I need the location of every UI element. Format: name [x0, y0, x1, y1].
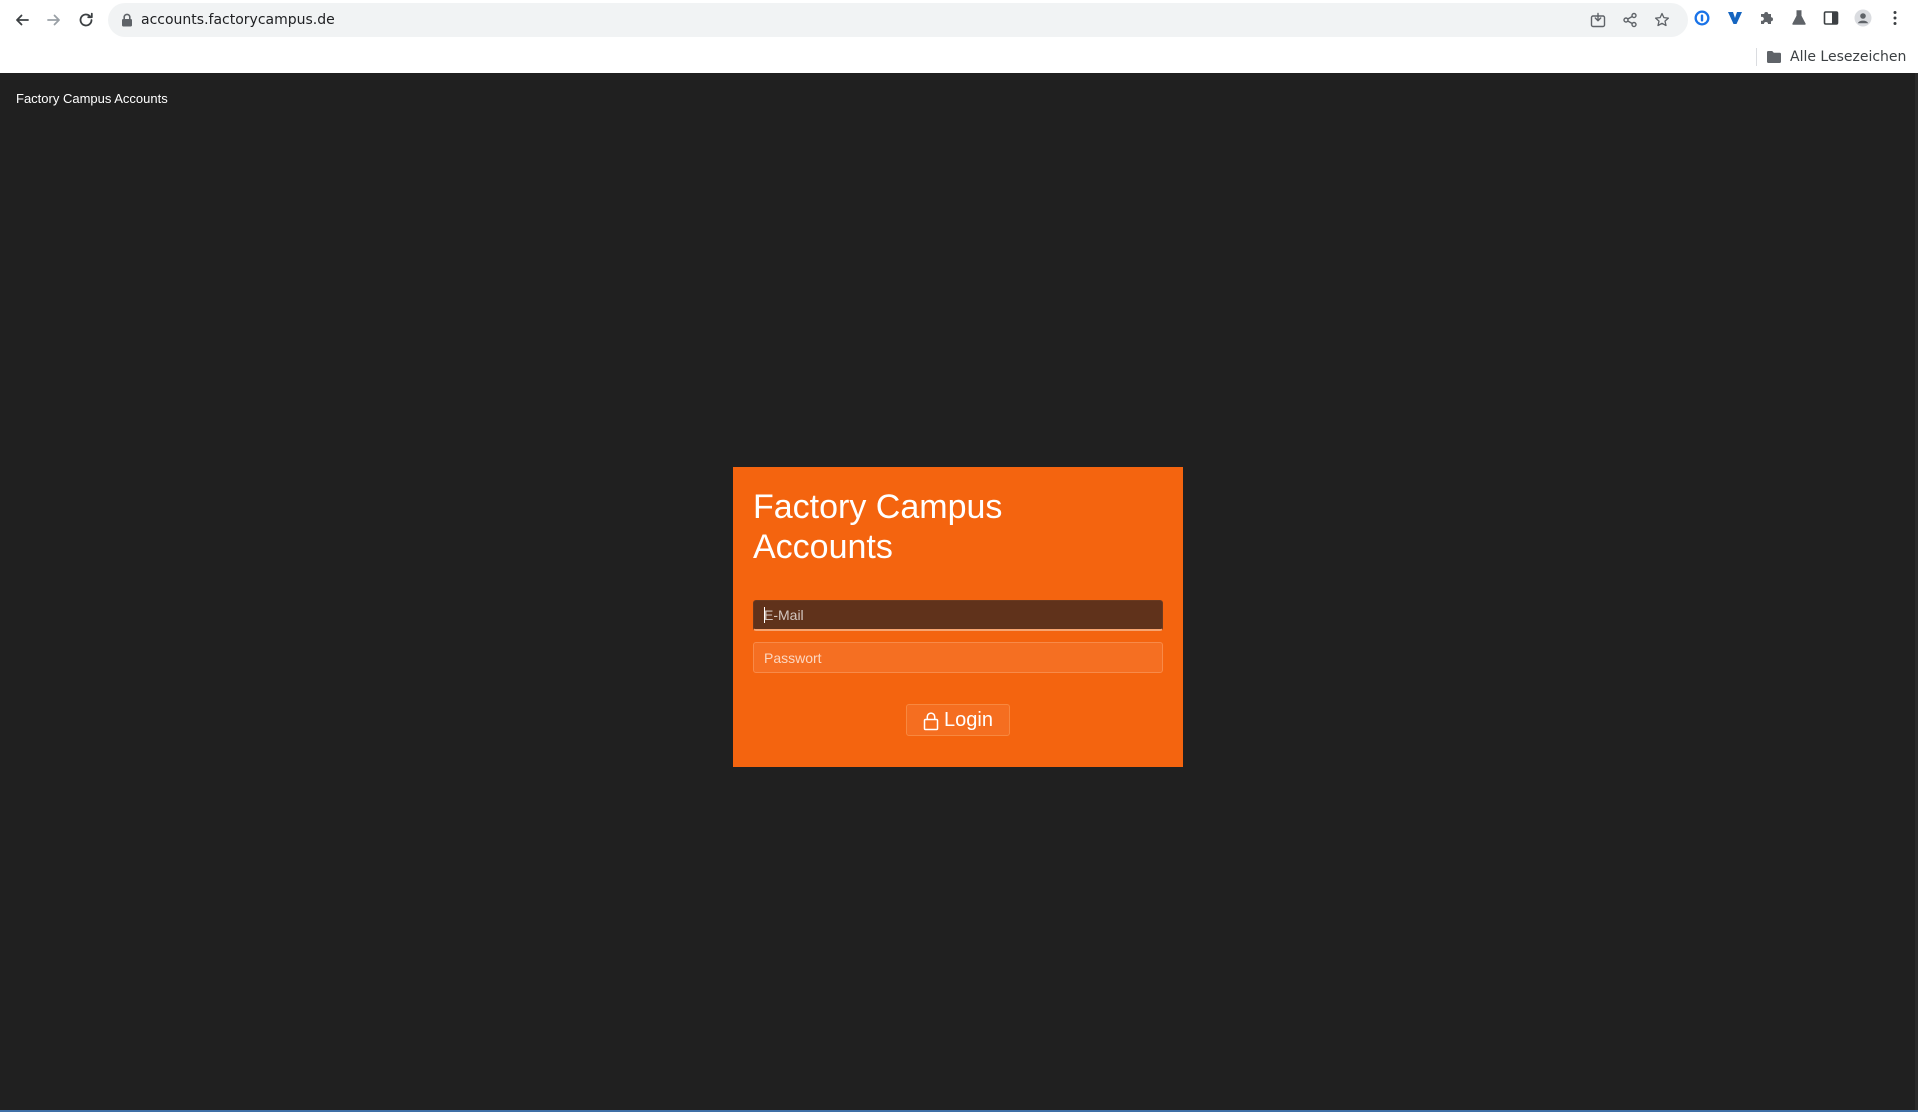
puzzle-icon[interactable] [1758, 9, 1776, 27]
forward-button[interactable] [40, 6, 68, 34]
lock-icon [122, 13, 132, 27]
more-menu-icon[interactable] [1886, 9, 1904, 27]
browser-window: accounts.factorycampus.de Alle Lesezeich… [0, 0, 1918, 1112]
url-text: accounts.factorycampus.de [141, 12, 335, 28]
all-bookmarks-folder[interactable]: Alle Lesezeichen [1766, 40, 1906, 73]
arrow-left-icon [16, 14, 29, 26]
bookmark-star-icon[interactable] [1654, 12, 1670, 28]
all-bookmarks-label: Alle Lesezeichen [1790, 48, 1907, 65]
folder-icon [1767, 50, 1781, 63]
bookmarks-bar: Alle Lesezeichen [0, 40, 1918, 73]
login-title: Factory Campus Accounts [753, 488, 1003, 566]
site-brand[interactable]: Factory Campus Accounts [16, 91, 168, 106]
install-app-icon[interactable] [1590, 12, 1606, 28]
email-input[interactable] [753, 600, 1163, 631]
back-button[interactable] [8, 6, 36, 34]
login-card: Factory Campus Accounts Login [733, 467, 1183, 767]
password-manager-icon[interactable] [1693, 9, 1711, 27]
reload-button[interactable] [72, 6, 100, 34]
address-bar[interactable]: accounts.factorycampus.de [108, 3, 1688, 37]
browser-toolbar: accounts.factorycampus.de Alle Lesezeich… [0, 0, 1918, 73]
page-viewport: Factory Campus Accounts Factory Campus A… [0, 73, 1915, 1110]
side-panel-icon[interactable] [1822, 9, 1840, 27]
arrow-right-icon [47, 14, 60, 26]
login-button[interactable]: Login [906, 704, 1010, 736]
padlock-icon [923, 712, 939, 731]
reload-icon [79, 12, 93, 27]
password-input[interactable] [753, 642, 1163, 673]
profile-avatar-icon[interactable] [1854, 9, 1872, 27]
text-caret [764, 607, 765, 623]
labs-flask-icon[interactable] [1790, 9, 1808, 27]
login-button-label: Login [944, 708, 993, 731]
bookmarks-separator [1756, 48, 1757, 66]
vpn-extension-icon[interactable] [1726, 9, 1744, 27]
share-icon[interactable] [1622, 12, 1638, 28]
